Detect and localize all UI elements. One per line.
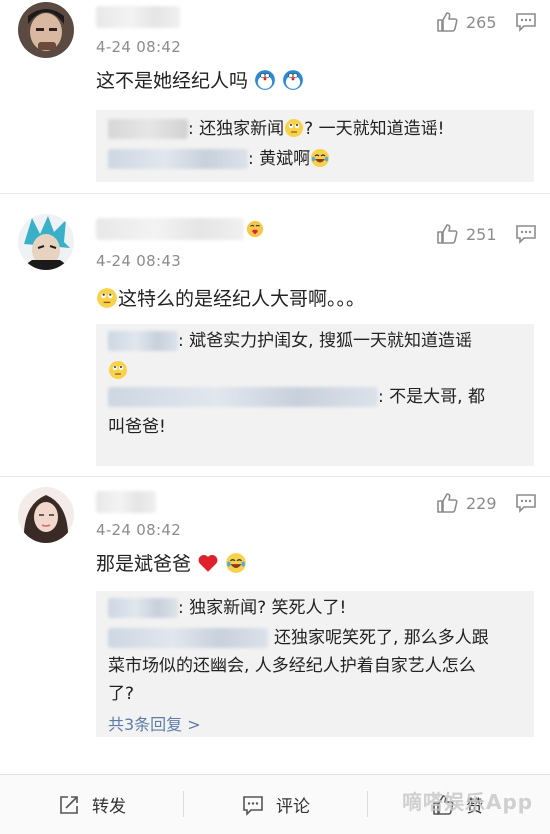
reply-line: : 不是大哥, 都: [108, 384, 485, 411]
repost-label: 转发: [92, 797, 126, 817]
repost-button[interactable]: 转发: [58, 775, 126, 834]
like-count: 265: [466, 12, 497, 32]
username-blurred[interactable]: [96, 218, 244, 240]
emoji-rolleyes: [97, 288, 117, 308]
reply-line: 叫爸爸!: [108, 417, 166, 437]
emoji-doraemon: [255, 70, 275, 90]
username-blurred[interactable]: [96, 491, 156, 513]
comment-text: 这不是她经纪人吗: [96, 66, 304, 93]
emoji-blush-icon: [246, 220, 264, 238]
replier-name-blurred[interactable]: [108, 119, 188, 139]
avatar[interactable]: [18, 2, 74, 58]
reply-line: 还独家呢笑死了, 那么多人跟: [108, 625, 489, 652]
watermark: 嘀嗒娱乐App: [402, 790, 534, 814]
reply-line: : 还独家新闻? 一天就知道造谣!: [108, 116, 444, 143]
replier-name-blurred[interactable]: [108, 598, 178, 618]
reply-icon[interactable]: [515, 12, 537, 32]
thumbs-up-icon: [437, 493, 458, 513]
thumbs-up-icon: [437, 224, 458, 244]
reply-line: : 斌爸实力护闺女, 搜狐一天就知道造谣: [108, 328, 472, 355]
comment-time: 4-24 08:42: [96, 521, 182, 539]
comment-text: 那是斌爸爸: [96, 549, 247, 576]
comment-text: 这特么的是经纪人大哥啊。。。: [96, 284, 365, 311]
comment-time: 4-24 08:43: [96, 252, 182, 270]
toolbar-divider: [367, 791, 368, 817]
reply-icon[interactable]: [515, 224, 537, 244]
heart-icon: [198, 554, 218, 572]
like-button[interactable]: 251: [436, 222, 497, 246]
emoji-doraemon: [283, 70, 304, 90]
repost-icon: [60, 795, 78, 814]
comment-time: 4-24 08:42: [96, 38, 182, 56]
thumbs-up-icon: [437, 12, 458, 32]
toolbar-divider: [183, 791, 184, 817]
comment-label: 评论: [276, 797, 310, 817]
like-button[interactable]: 229: [436, 491, 497, 515]
like-count: 251: [466, 224, 497, 244]
replier-name-blurred[interactable]: [108, 628, 268, 648]
comment-1: 4-24 08:42 265 这不是她经纪人吗 : 还独家新闻? 一天就知道造谣…: [0, 0, 550, 190]
reply-box[interactable]: : 独家新闻? 笑死人了! 还独家呢笑死了, 那么多人跟 菜市场似的还幽会, 人…: [96, 591, 534, 737]
emoji-rolleyes: [109, 361, 127, 379]
replier-name-blurred[interactable]: [108, 331, 178, 351]
more-replies-link[interactable]: 共3条回复 >: [108, 711, 201, 735]
reply-box[interactable]: : 还独家新闻? 一天就知道造谣! : 黄斌啊: [96, 110, 534, 182]
emoji-laugh-cry: [226, 553, 247, 573]
comment-3: 4-24 08:42 229 那是斌爸爸 : 独家新闻? 笑死人了! 还独家呢笑…: [0, 477, 550, 767]
like-button[interactable]: 265: [436, 10, 497, 34]
replier-name-blurred[interactable]: [108, 387, 378, 407]
reply-line: 菜市场似的还幽会, 人多经纪人护着自家艺人怎么: [108, 656, 476, 676]
emoji-laugh-cry: [311, 149, 330, 167]
reply-line: : 独家新闻? 笑死人了!: [108, 595, 346, 622]
replier-name-blurred[interactable]: [108, 149, 248, 169]
comment-button[interactable]: 评论: [242, 775, 310, 834]
comment-2: 4-24 08:43 251 这特么的是经纪人大哥啊。。。 : 斌爸实力护闺女,…: [0, 194, 550, 476]
reply-line: : 黄斌啊: [108, 146, 330, 173]
comment-icon: [243, 795, 263, 816]
reply-box[interactable]: : 斌爸实力护闺女, 搜狐一天就知道造谣 : 不是大哥, 都 叫爸爸!: [96, 324, 534, 466]
reply-line: 了?: [108, 684, 135, 704]
avatar[interactable]: [18, 214, 74, 270]
avatar[interactable]: [18, 487, 74, 543]
username-blurred[interactable]: [96, 6, 180, 28]
like-count: 229: [466, 493, 497, 513]
reply-icon[interactable]: [515, 493, 537, 513]
emoji-rolleyes: [285, 119, 304, 137]
